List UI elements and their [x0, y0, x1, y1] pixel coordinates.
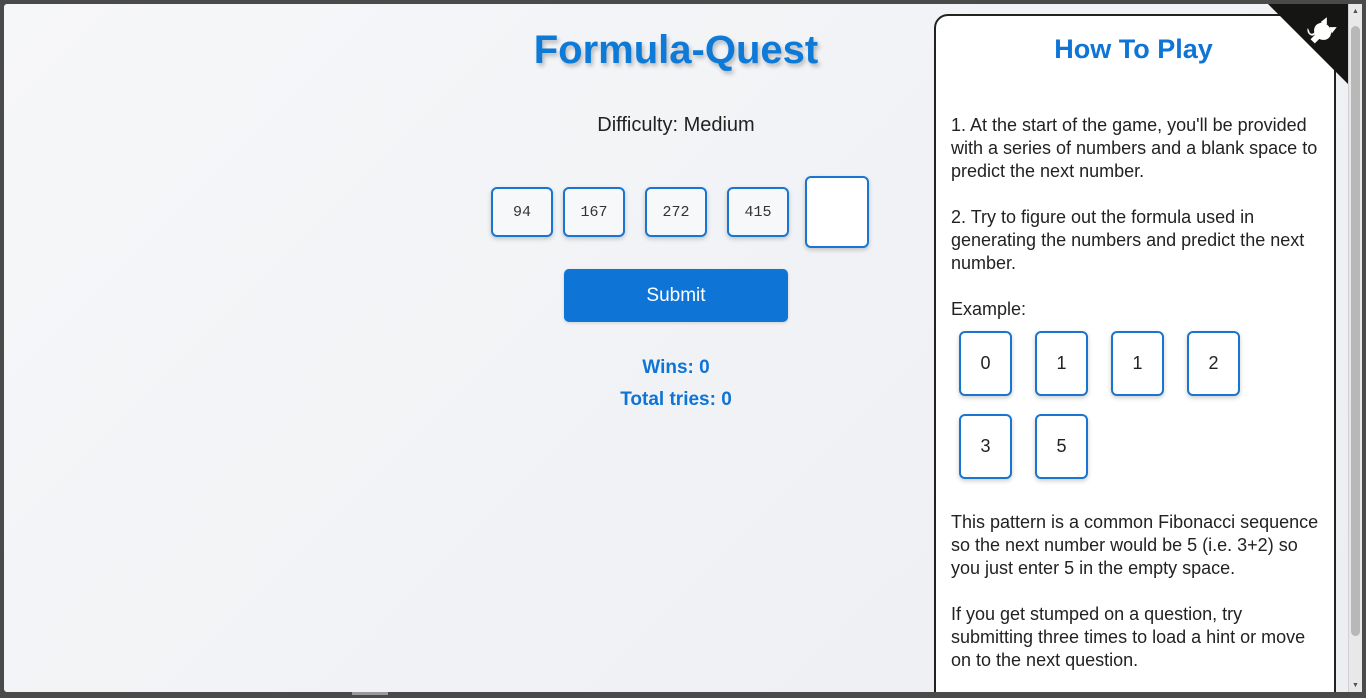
title-container: Formula-Quest — [436, 26, 916, 74]
example-sequence: 0 1 1 2 3 5 — [959, 331, 1279, 479]
example-number-1: 0 — [959, 331, 1012, 396]
example-number-5: 3 — [959, 414, 1012, 479]
sequence-number-1: 94 — [491, 187, 553, 237]
example-label: Example: — [951, 299, 1027, 319]
instruction-step-2: 2. Try to figure out the formula used in… — [951, 207, 1305, 273]
how-to-play-title: How To Play — [1054, 34, 1213, 64]
how-to-play-panel: How To Play 1. At the start of the game,… — [934, 14, 1336, 692]
horizontal-scroll-indicator[interactable] — [352, 692, 388, 695]
game-viewport: Formula-Quest Difficulty: Medium 94 167 … — [4, 4, 1348, 692]
scrollbar-thumb[interactable] — [1351, 26, 1360, 636]
example-number-3: 1 — [1111, 331, 1164, 396]
submit-button[interactable]: Submit — [564, 269, 788, 322]
hint-instructions: If you get stumped on a question, try su… — [951, 604, 1306, 670]
example-explanation: This pattern is a common Fibonacci seque… — [951, 512, 1319, 578]
sequence-number-3: 272 — [645, 187, 707, 237]
scroll-up-arrow-icon[interactable]: ▲ — [1349, 4, 1362, 18]
sequence-number-2: 167 — [563, 187, 625, 237]
github-corner-link[interactable] — [1268, 4, 1348, 84]
vertical-scrollbar[interactable]: ▲ ▼ — [1348, 4, 1362, 692]
difficulty-label: Difficulty: Medium — [597, 114, 755, 136]
example-number-4: 2 — [1187, 331, 1240, 396]
answer-input[interactable] — [805, 176, 869, 248]
stats-panel: Wins: 0 Total tries: 0 — [436, 352, 916, 416]
wins-counter: Wins: 0 — [642, 357, 710, 378]
scroll-down-arrow-icon[interactable]: ▼ — [1349, 678, 1362, 692]
example-number-2: 1 — [1035, 331, 1088, 396]
instruction-step-1: 1. At the start of the game, you'll be p… — [951, 115, 1318, 181]
total-tries-counter: Total tries: 0 — [620, 389, 732, 410]
example-number-6: 5 — [1035, 414, 1088, 479]
game-title: Formula-Quest — [533, 28, 819, 72]
sequence-number-4: 415 — [727, 187, 789, 237]
